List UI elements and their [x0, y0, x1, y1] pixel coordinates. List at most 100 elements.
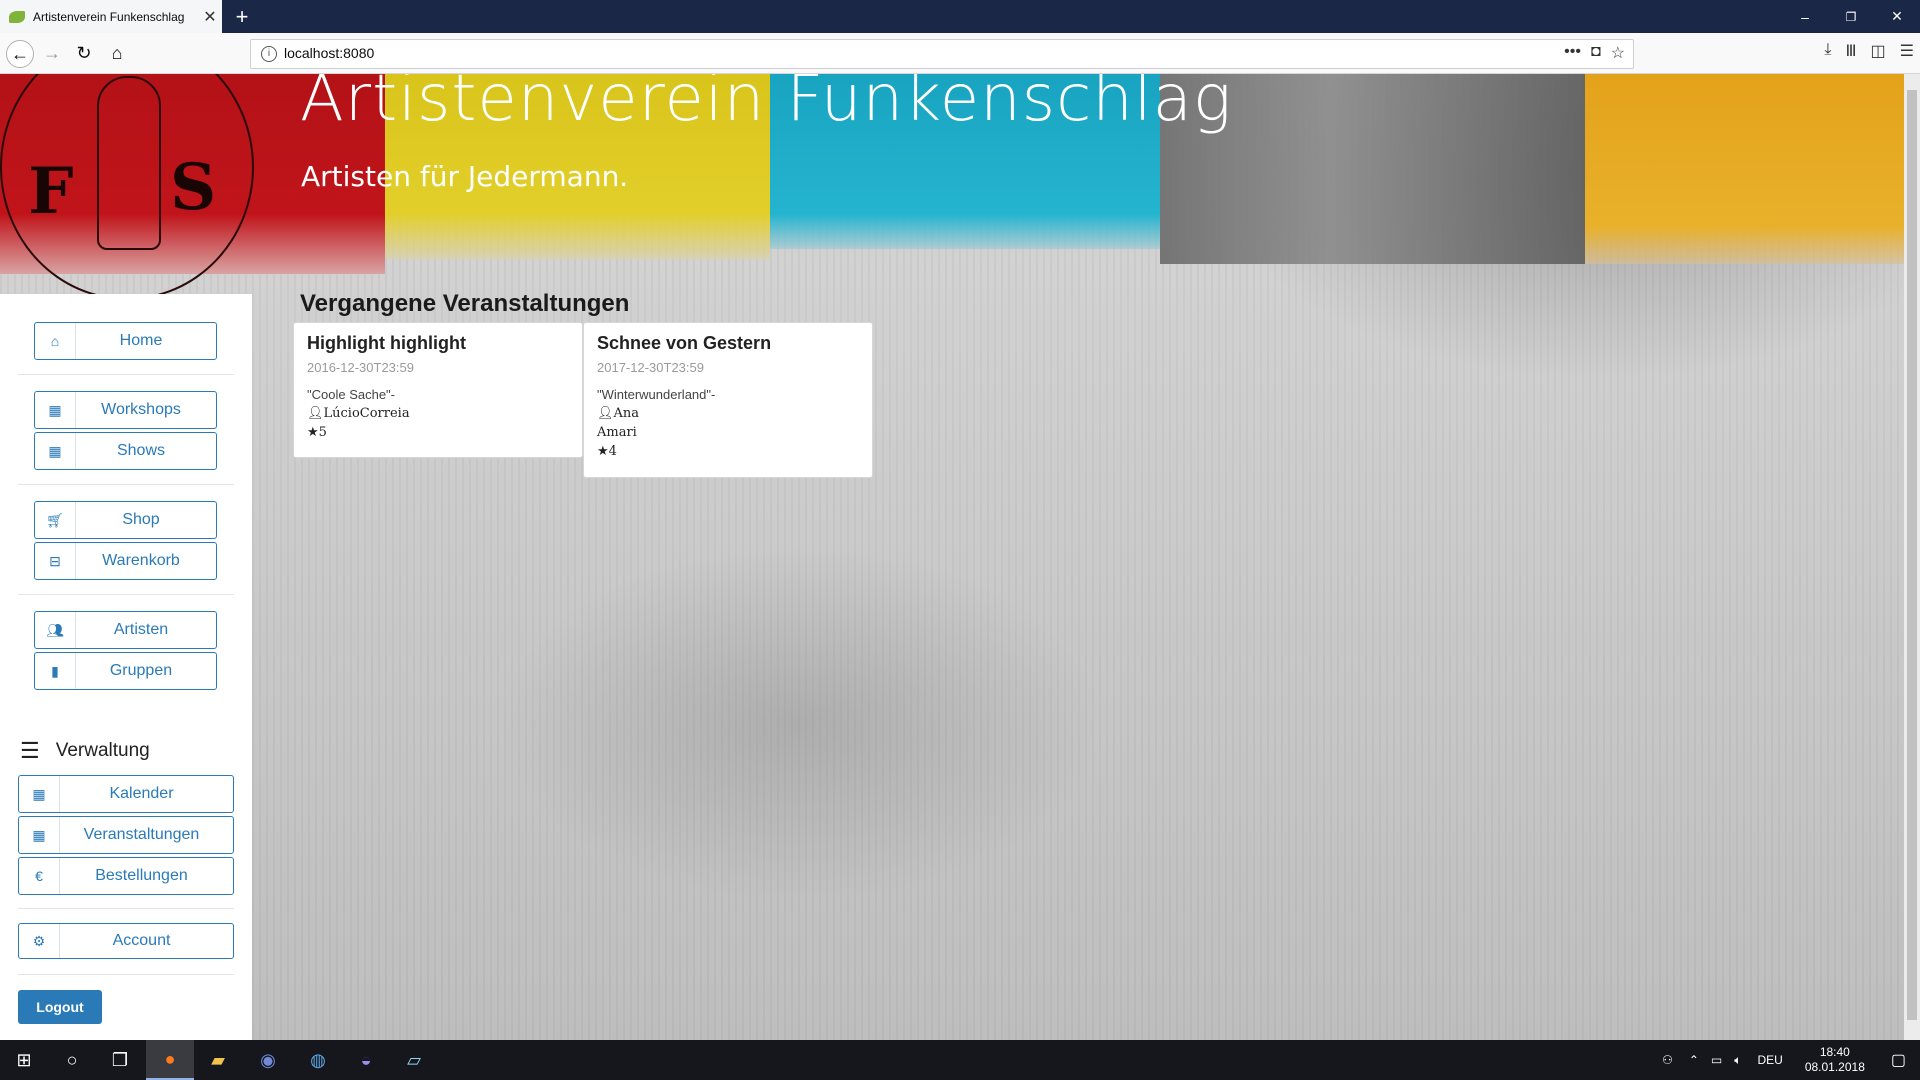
nav-workshops-button[interactable]: ▦ Workshops [34, 391, 217, 429]
grid-icon: ▦ [35, 433, 76, 469]
sidebar-divider [18, 594, 234, 595]
task-view-button[interactable]: ❐ [96, 1040, 144, 1080]
arrow-right-icon: → [43, 42, 61, 63]
volume-icon[interactable]: 🔈︎ [1728, 1053, 1747, 1068]
clock[interactable]: 18:40 08.01.2018 [1793, 1045, 1877, 1075]
cortana-circle-icon: ○ [66, 1049, 78, 1070]
taskbar-explorer[interactable]: ▰ [194, 1040, 242, 1080]
nav-kalender-button[interactable]: ▦ Kalender [18, 775, 234, 813]
firefox-icon: ● [164, 1048, 176, 1069]
nav-artisten-button[interactable]: 👥︎ Artisten [34, 611, 217, 649]
nav-account-button[interactable]: ⚙ Account [18, 923, 234, 959]
system-tray: ⚇ ⌃ ▭ 🔈︎ DEU 18:40 08.01.2018 ▢ [1652, 1040, 1920, 1080]
verwaltung-heading: ☰ Verwaltung [20, 738, 150, 763]
site-subtitle: Artisten für Jedermann. [301, 160, 629, 193]
eclipse-icon: ◒ [360, 1049, 372, 1070]
download-icon[interactable]: ⤓ [1824, 41, 1831, 61]
event-card[interactable]: Highlight highlight 2016-12-30T23:59 "Co… [293, 322, 583, 458]
event-date: 2016-12-30T23:59 [307, 360, 414, 375]
user-icon: 👤︎ [307, 406, 324, 421]
taskbar-notes[interactable]: ▱ [390, 1040, 438, 1080]
event-description: "Winterwunderland"- [597, 387, 716, 402]
tab-close-icon[interactable]: ✕ [198, 7, 222, 27]
sidebar-divider [18, 484, 234, 485]
nav-shop-button[interactable]: 🛒︎ Shop [34, 501, 217, 539]
bookmark-star-icon[interactable]: ☆ [1611, 43, 1625, 63]
nav-shows-button[interactable]: ▦ Shows [34, 432, 217, 470]
library-icon[interactable]: Ⅲ [1846, 41, 1857, 61]
new-tab-button[interactable]: + [230, 4, 254, 30]
bookmark-icon: ▮ [35, 653, 76, 689]
home-button[interactable]: ⌂ [103, 39, 131, 67]
basket-icon: ⊟ [35, 543, 76, 579]
back-button[interactable]: ← [6, 40, 34, 68]
window-close-button[interactable]: ✕ [1874, 0, 1920, 33]
hamburger-menu-icon[interactable]: ☰ [1900, 41, 1914, 61]
tray-expand-icon[interactable]: ⌃ [1683, 1053, 1705, 1067]
section-title: Vergangene Veranstaltungen [300, 290, 630, 317]
home-icon: ⌂ [35, 323, 76, 359]
notes-icon: ▱ [407, 1049, 421, 1070]
page-scrollbar[interactable] [1904, 74, 1920, 1040]
nav-bestellungen-button[interactable]: € Bestellungen [18, 857, 234, 895]
start-button[interactable]: ⊞ [0, 1040, 48, 1080]
info-icon[interactable]: i [261, 46, 277, 62]
euro-icon: € [19, 858, 60, 894]
scrollbar-thumb[interactable] [1907, 90, 1917, 1020]
sidebar-divider [18, 374, 234, 375]
clock-time: 18:40 [1819, 1045, 1850, 1059]
taskbar-firefox[interactable]: ● [146, 1040, 194, 1080]
emblem-letter-f: F [28, 154, 74, 229]
page-actions-icon[interactable]: ••• [1564, 43, 1581, 63]
folder-icon: ▰ [211, 1049, 225, 1070]
browser-tab[interactable]: Artistenverein Funkenschlag ✕ [0, 0, 222, 33]
people-icon[interactable]: ⚇ [1652, 1053, 1683, 1067]
sidebar-divider [18, 908, 234, 909]
pocket-icon[interactable]: ◘ [1591, 43, 1601, 63]
tab-title: Artistenverein Funkenschlag [33, 9, 185, 24]
windows-taskbar: ⊞ ○ ❐ ● ▰ ◉ ◍ ◒ ▱ ⚇ ⌃ ▭ 🔈︎ DEU 18:40 08.… [0, 1040, 1920, 1080]
star-icon: ★ [307, 425, 319, 440]
notifications-icon[interactable]: ▢ [1877, 1050, 1920, 1070]
event-card[interactable]: Schnee von Gestern 2017-12-30T23:59 "Win… [583, 322, 873, 478]
cart-icon: 🛒︎ [35, 502, 76, 538]
grid-icon: ▦ [35, 392, 76, 428]
event-rating: ★5 [307, 425, 327, 440]
discord-icon: ◉ [260, 1049, 276, 1070]
event-rating: ★4 [597, 444, 617, 459]
app-icon: ◍ [310, 1049, 326, 1070]
browser-navbar: ← → ↻ ⌂ i localhost:8080 ••• ◘ ☆ ⤓ Ⅲ ◫ ☰ [0, 33, 1920, 74]
event-title[interactable]: Highlight highlight [307, 333, 569, 354]
site-title: Artistenverein Funkenschlag [300, 74, 1233, 136]
forward-button[interactable]: → [38, 39, 66, 67]
taskbar-eclipse[interactable]: ◒ [342, 1040, 390, 1080]
window-restore-button[interactable]: ❐ [1828, 0, 1874, 33]
network-icon[interactable]: ▭ [1705, 1053, 1728, 1067]
sliders-icon: ☰ [20, 738, 40, 763]
logout-button[interactable]: Logout [18, 990, 102, 1024]
url-text[interactable]: localhost:8080 [284, 45, 374, 61]
nav-veranstaltungen-button[interactable]: ▦ Veranstaltungen [18, 816, 234, 854]
reload-button[interactable]: ↻ [70, 39, 98, 67]
event-title[interactable]: Schnee von Gestern [597, 333, 859, 354]
calendar-icon: ▦ [19, 776, 60, 812]
search-button[interactable]: ○ [48, 1040, 96, 1080]
event-artist-lastname: Amari [597, 425, 637, 440]
nav-warenkorb-button[interactable]: ⊟ Warenkorb [34, 542, 217, 580]
url-bar[interactable]: i localhost:8080 ••• ◘ ☆ [250, 39, 1634, 69]
users-icon: 👥︎ [35, 612, 76, 648]
calendar-icon: ▦ [19, 817, 60, 853]
banner-band-orange [1585, 74, 1904, 264]
event-date: 2017-12-30T23:59 [597, 360, 704, 375]
taskbar-discord[interactable]: ◉ [244, 1040, 292, 1080]
site-favicon-icon [9, 10, 25, 23]
window-minimize-button[interactable]: – [1782, 0, 1828, 33]
star-icon: ★ [597, 444, 609, 459]
nav-home-button[interactable]: ⌂ Home [34, 322, 217, 360]
nav-gruppen-button[interactable]: ▮ Gruppen [34, 652, 217, 690]
taskbar-app[interactable]: ◍ [294, 1040, 342, 1080]
language-indicator[interactable]: DEU [1747, 1053, 1792, 1067]
sidebar-toggle-icon[interactable]: ◫ [1871, 41, 1886, 61]
event-artist: 👤︎Ana [597, 406, 640, 421]
user-icon: 👤︎ [597, 406, 614, 421]
